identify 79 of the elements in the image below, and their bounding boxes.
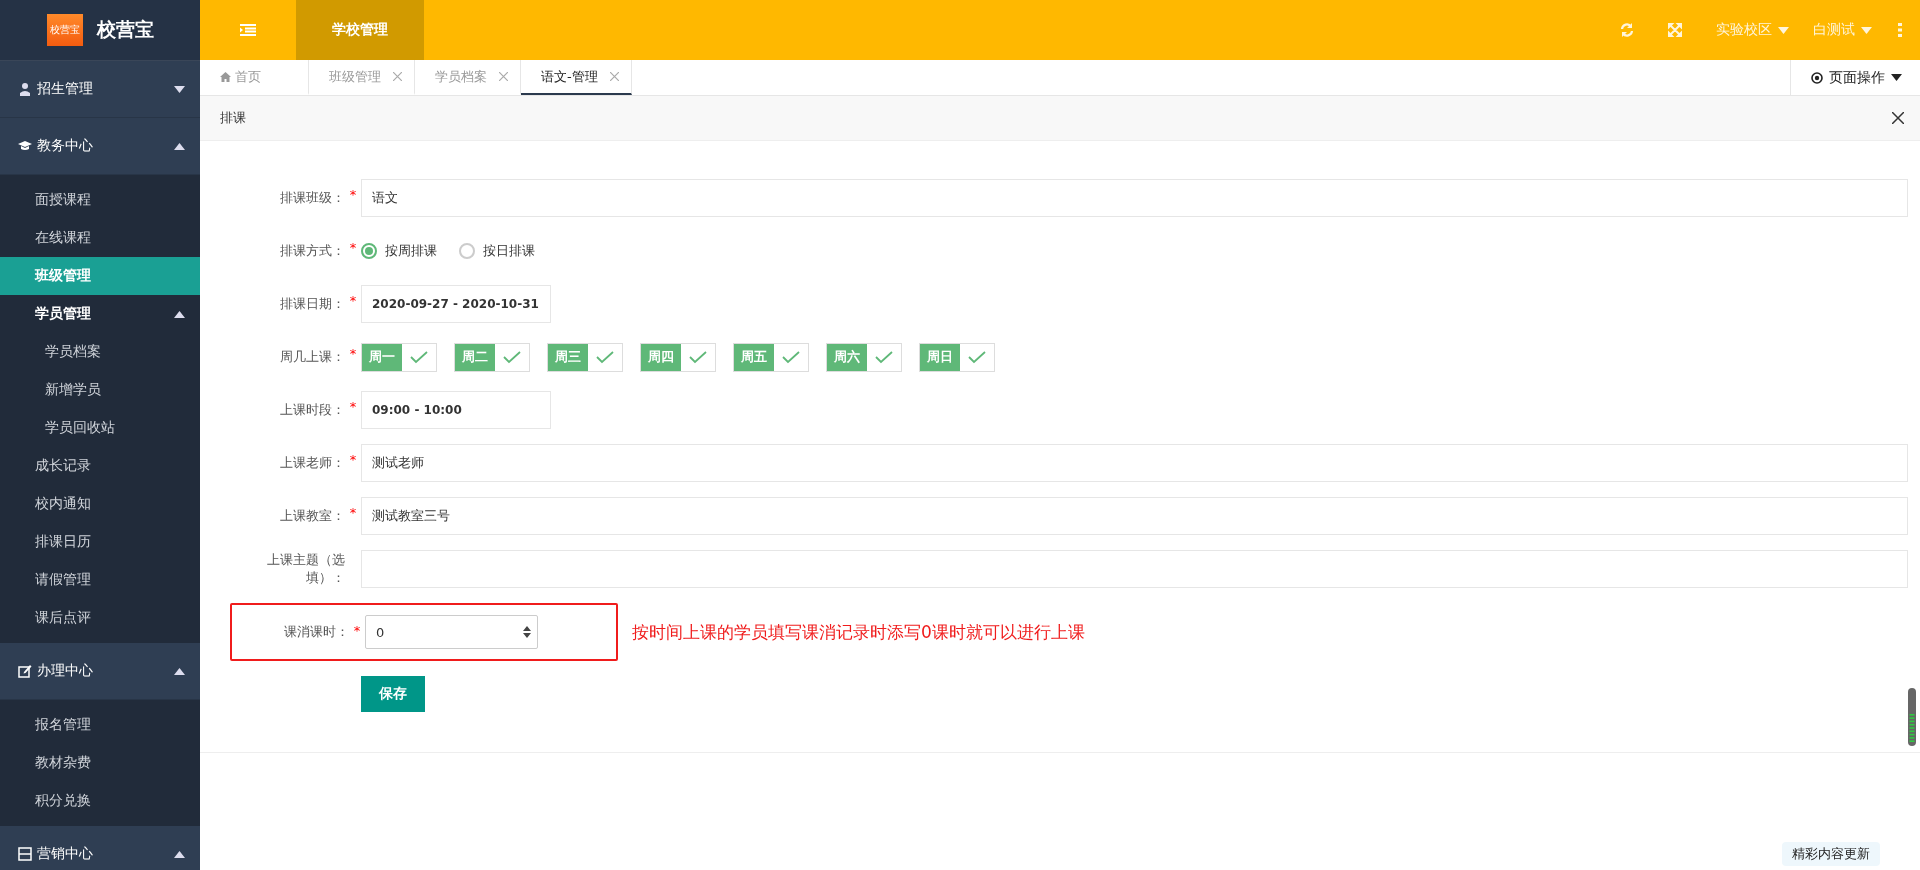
sidebar-item[interactable]: 新增学员 bbox=[0, 371, 200, 409]
save-button[interactable]: 保存 bbox=[361, 676, 425, 712]
sidebar-item[interactable]: 校内通知 bbox=[0, 485, 200, 523]
logo: 校营宝 bbox=[46, 14, 83, 46]
sidebar-item[interactable]: 报名管理 bbox=[0, 706, 200, 744]
caret-icon bbox=[174, 850, 185, 858]
sidebar-item[interactable]: 排课日历 bbox=[0, 523, 200, 561]
check-icon bbox=[503, 350, 521, 364]
field-label: 排课日期： bbox=[279, 294, 345, 313]
field-label: 上课教室： bbox=[279, 506, 345, 525]
scroll-indicator[interactable] bbox=[1908, 688, 1916, 746]
sidebar-item[interactable]: 面授课程 bbox=[0, 181, 200, 219]
sidebar-item[interactable]: 积分兑换 bbox=[0, 782, 200, 820]
caret-icon bbox=[174, 85, 185, 93]
more-icon[interactable] bbox=[1898, 23, 1902, 37]
required-mark: * bbox=[348, 451, 358, 467]
radio-button[interactable] bbox=[459, 243, 475, 259]
close-icon[interactable] bbox=[1892, 112, 1904, 124]
panel-title: 排课 bbox=[220, 109, 247, 127]
caret-icon bbox=[1778, 26, 1789, 34]
sidebar-item[interactable]: 学员档案 bbox=[0, 333, 200, 371]
field-label: 排课方式： bbox=[279, 241, 345, 260]
required-mark: * bbox=[348, 398, 358, 414]
radio-label[interactable]: 按日排课 bbox=[483, 242, 535, 260]
sidebar-item[interactable]: 在线课程 bbox=[0, 219, 200, 257]
caret-icon bbox=[174, 667, 185, 675]
graduation-cap-icon bbox=[18, 139, 32, 153]
required-mark: * bbox=[348, 292, 358, 308]
text-field[interactable]: 语文 bbox=[361, 179, 1908, 217]
fullscreen-icon[interactable] bbox=[1668, 23, 1682, 37]
range-field[interactable]: 09:00 - 10:00 bbox=[361, 391, 551, 429]
sidebar-group[interactable]: 招生管理 bbox=[0, 61, 200, 118]
required-mark: * bbox=[348, 345, 358, 361]
field-label: 排课班级： bbox=[279, 188, 345, 207]
check-icon bbox=[596, 350, 614, 364]
sidebar-item[interactable]: 成长记录 bbox=[0, 447, 200, 485]
field-label: 上课主题（选填）： bbox=[266, 550, 345, 587]
sidebar-group[interactable]: 办理中心 bbox=[0, 643, 200, 700]
required-mark: * bbox=[348, 239, 358, 255]
person-icon bbox=[18, 82, 32, 96]
sidebar-item[interactable]: 教材杂费 bbox=[0, 744, 200, 782]
radio-button[interactable] bbox=[361, 243, 377, 259]
caret-icon bbox=[174, 142, 185, 150]
sidebar-item[interactable]: 学员回收站 bbox=[0, 409, 200, 447]
caret-icon bbox=[1861, 26, 1872, 34]
sidebar-group[interactable]: 教务中心 bbox=[0, 118, 200, 175]
field-label: 上课老师： bbox=[279, 453, 345, 472]
check-icon bbox=[875, 350, 893, 364]
update-badge[interactable]: 精彩内容更新 bbox=[1782, 842, 1880, 866]
number-field[interactable]: 0 bbox=[365, 615, 538, 649]
text-field[interactable] bbox=[361, 550, 1908, 588]
field-label: 周几上课： bbox=[279, 347, 345, 366]
edit-icon bbox=[18, 664, 32, 678]
radio-label[interactable]: 按周排课 bbox=[385, 242, 437, 260]
target-icon bbox=[1811, 71, 1823, 84]
home-icon bbox=[220, 71, 231, 82]
text-field[interactable]: 测试教室三号 bbox=[361, 497, 1908, 535]
range-field[interactable]: 2020-09-27 - 2020-10-31 bbox=[361, 285, 551, 323]
check-icon bbox=[782, 350, 800, 364]
sidebar-group[interactable]: 营销中心 bbox=[0, 826, 200, 870]
annotation-text: 按时间上课的学员填写课消记录时添写0课时就可以进行上课 bbox=[632, 620, 1085, 644]
check-icon bbox=[410, 350, 428, 364]
required-mark: * bbox=[352, 622, 362, 638]
refresh-icon[interactable] bbox=[1620, 23, 1634, 37]
field-label: 课消课时： bbox=[283, 622, 349, 641]
sidebar-item[interactable]: 请假管理 bbox=[0, 561, 200, 599]
spinner-icon bbox=[523, 626, 531, 638]
brand-name: 校营宝 bbox=[96, 17, 154, 42]
check-icon bbox=[689, 350, 707, 364]
text-field[interactable]: 测试老师 bbox=[361, 444, 1908, 482]
page-actions-dropdown[interactable]: 页面操作 bbox=[1790, 60, 1920, 95]
sidebar-item[interactable]: 学员管理 bbox=[0, 295, 200, 333]
required-mark: * bbox=[348, 504, 358, 520]
caret-icon bbox=[1891, 74, 1902, 81]
sidebar-item[interactable]: 课后点评 bbox=[0, 599, 200, 637]
grid-icon bbox=[18, 847, 32, 861]
required-mark: * bbox=[348, 186, 358, 202]
field-label: 上课时段： bbox=[279, 400, 345, 419]
check-icon bbox=[968, 350, 986, 364]
